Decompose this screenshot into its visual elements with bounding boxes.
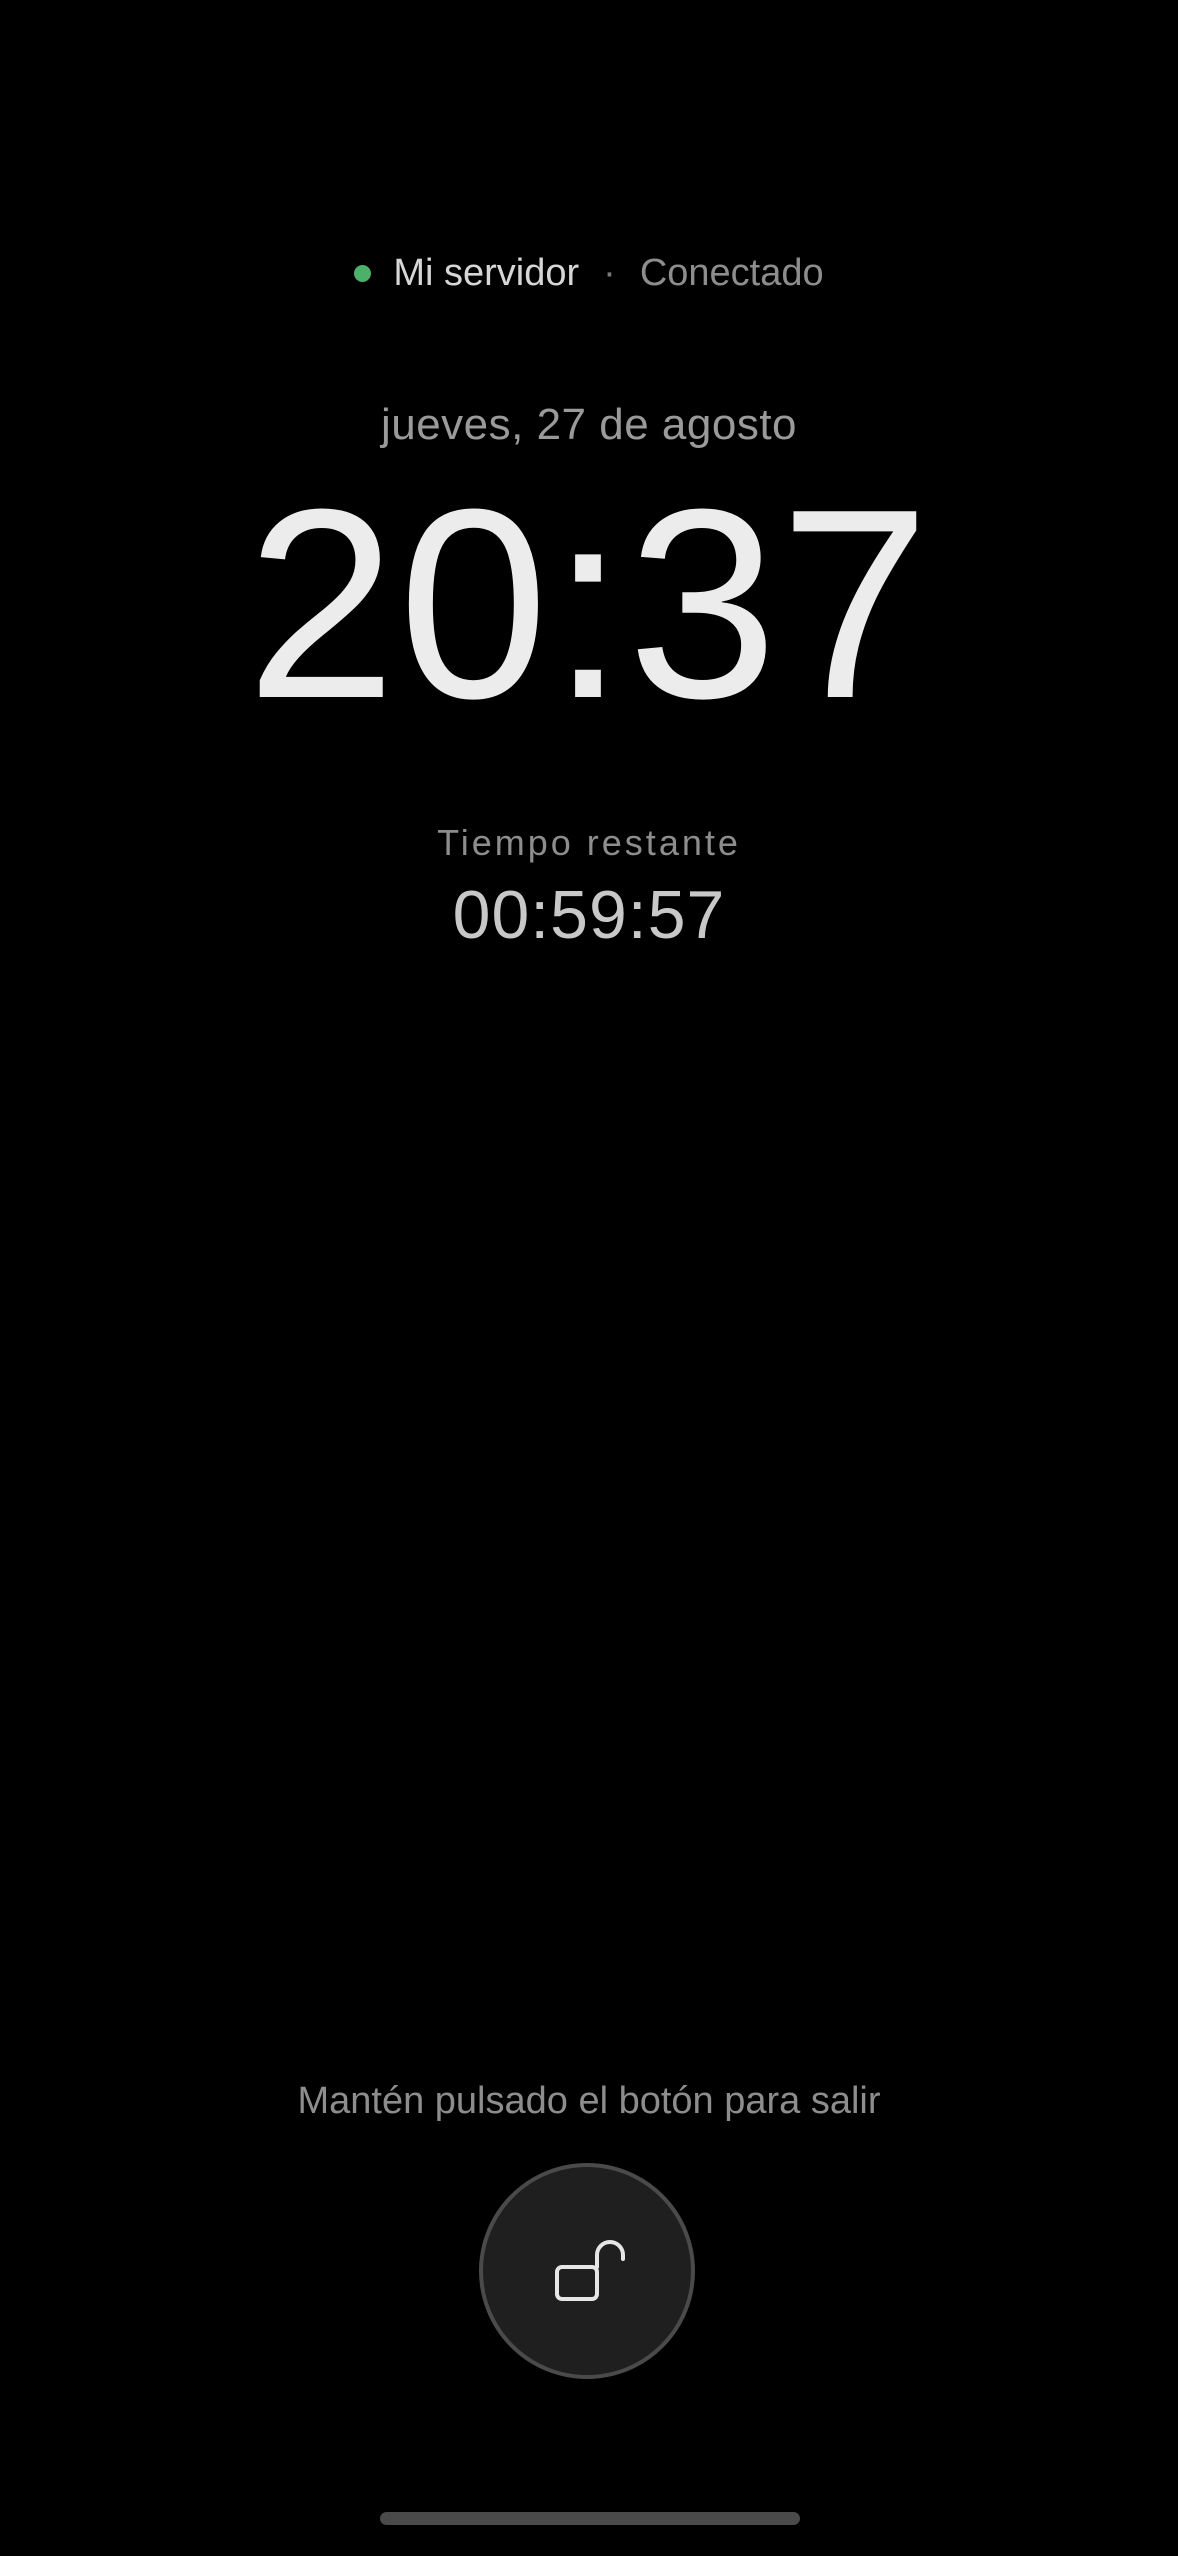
unlocked-padlock-icon	[547, 2229, 627, 2314]
clock-time: 20:37	[246, 454, 932, 755]
date-label: jueves, 27 de agosto	[380, 400, 798, 449]
remaining-time-value: 00:59:57	[452, 877, 726, 953]
status-separator: ·	[603, 251, 616, 294]
connection-status-text: Conectado	[639, 251, 824, 294]
home-indicator[interactable]	[380, 2512, 800, 2525]
connection-status-row: Mi servidor · Conectado	[0, 248, 1178, 298]
remaining-time-label: Tiempo restante	[437, 822, 741, 863]
connection-status-dot	[354, 264, 372, 282]
server-name: Mi servidor	[393, 251, 580, 294]
exit-hint-text: Mantén pulsado el botón para salir	[297, 2080, 881, 2122]
hold-to-exit-button[interactable]	[479, 2163, 695, 2379]
